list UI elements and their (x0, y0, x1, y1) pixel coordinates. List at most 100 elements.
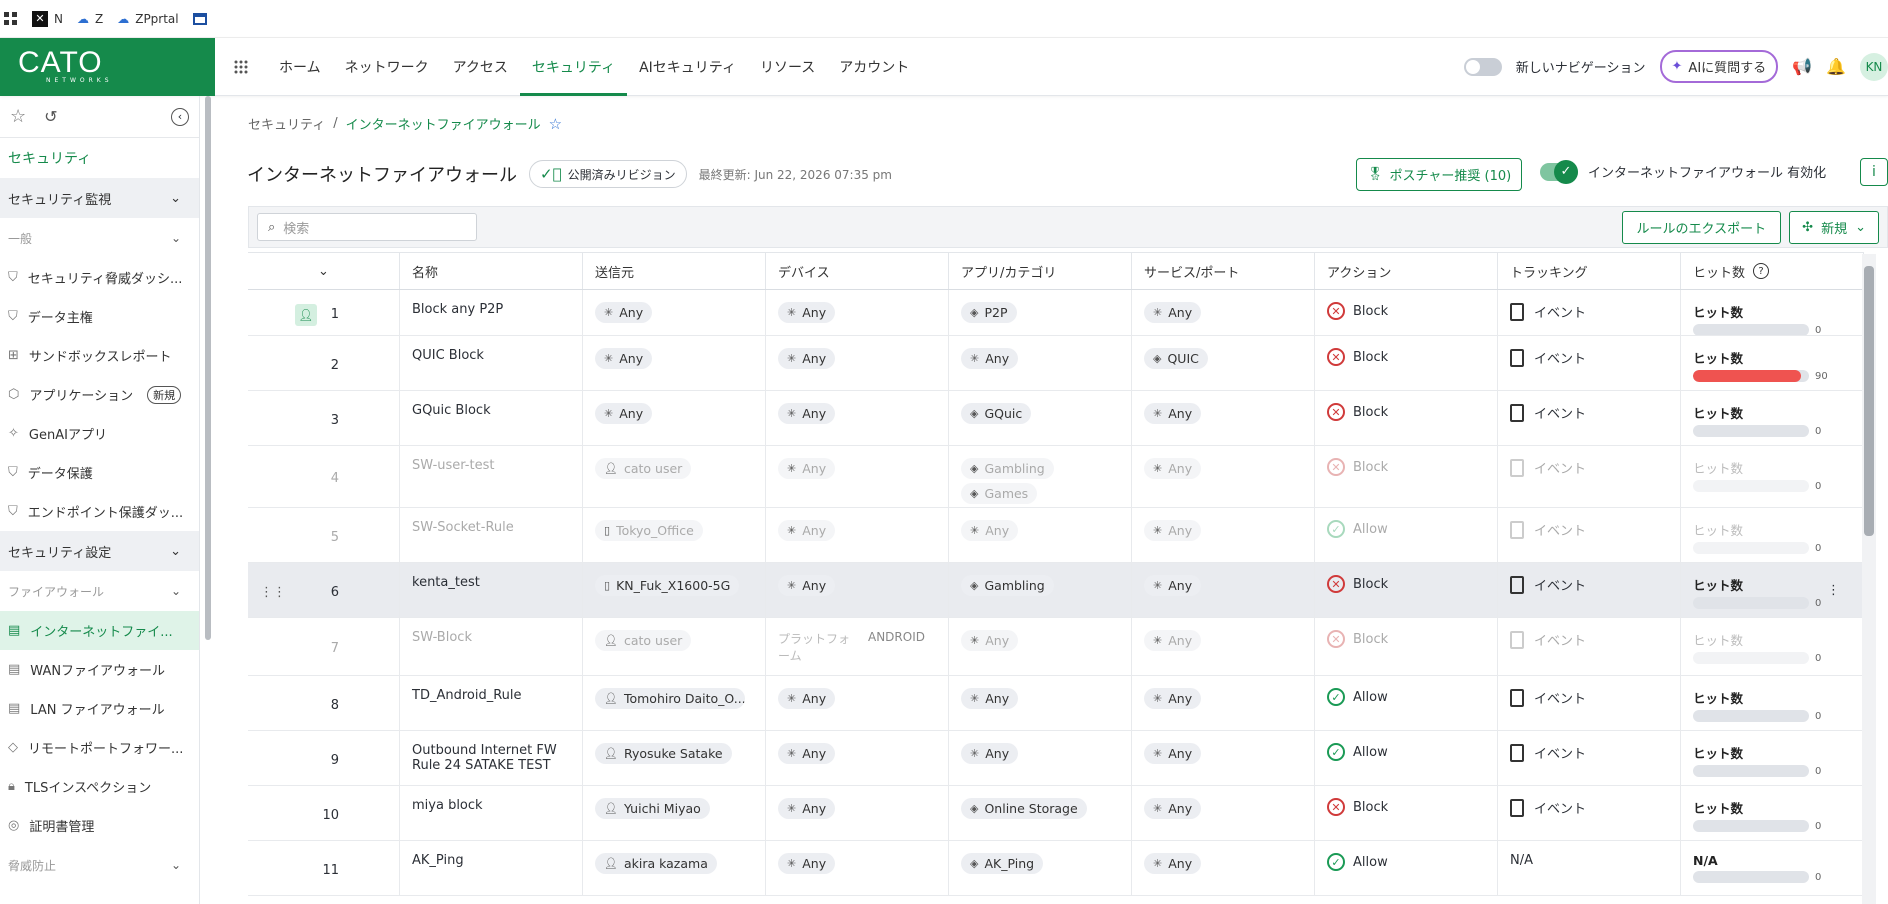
chip[interactable]: ✳ Any (1144, 688, 1202, 709)
app-category-cell[interactable]: ◈ GQuic (949, 391, 1132, 445)
header-tracking[interactable]: トラッキング (1498, 253, 1681, 289)
chip[interactable]: 👤︎ Yuichi Miyao (595, 798, 710, 819)
service-port-cell[interactable]: ✳ Any (1132, 676, 1315, 730)
chip[interactable]: ✳ Any (1144, 630, 1202, 651)
cato-logo[interactable]: CATO NETWORKS (0, 37, 215, 96)
header-name[interactable]: 名称 (400, 253, 583, 289)
rule-name-cell[interactable]: SW-Block (400, 618, 583, 675)
nav-tab-ai-security[interactable]: AIセキュリティ (627, 38, 748, 96)
table-row[interactable]: 3 GQuic Block ✳ Any ✳ Any ◈ GQuic ✳ Any ✕ Block イベント… (248, 391, 1864, 446)
action-cell[interactable]: ✓ Allow (1315, 676, 1498, 730)
source-cell[interactable]: 👤︎ cato user (583, 618, 766, 675)
chip[interactable]: ✳ Any (961, 520, 1019, 541)
device-cell[interactable]: プラットフォーム ANDROID (766, 618, 949, 675)
chip[interactable]: ◈ Gambling (961, 458, 1054, 479)
sidebar-subgroup-general[interactable]: 一般 ⌄ (0, 218, 199, 258)
action-cell[interactable]: ✕ Block (1315, 618, 1498, 675)
source-cell[interactable]: 👤︎ Ryosuke Satake (583, 731, 766, 785)
sidebar-item-endpoint-dashboard[interactable]: ⛉ エンドポイント保護ダッ... (0, 492, 199, 531)
device-cell[interactable]: ✳ Any (766, 336, 949, 390)
apps-grid-icon[interactable] (4, 11, 18, 26)
tracking-cell[interactable]: イベント (1498, 563, 1681, 617)
published-revision-badge[interactable]: ✓⃝ 公開済みリビジョン (529, 160, 687, 188)
chip[interactable]: ✳ Any (1144, 575, 1202, 596)
device-cell[interactable]: ✳ Any (766, 391, 949, 445)
chip[interactable]: ✳ Any (778, 798, 836, 819)
expand-all-header[interactable]: ⌄ (248, 253, 400, 289)
chip[interactable]: ◈ Games (961, 483, 1038, 504)
app-category-cell[interactable]: ◈ P2P (949, 290, 1132, 335)
source-cell[interactable]: ✳ Any (583, 336, 766, 390)
table-row[interactable]: 11 AK_Ping 👤︎ akira kazama ✳ Any ◈ AK_Ping ✳ Any ✓… (248, 841, 1864, 896)
chip[interactable]: ◈ AK_Ping (961, 853, 1044, 874)
export-rules-button[interactable]: ルールのエクスポート (1621, 210, 1782, 244)
sidebar-subgroup-threat-prevention[interactable]: 脅威防止 ⌄ (0, 845, 199, 885)
app-category-cell[interactable]: ✳ Any (949, 731, 1132, 785)
search-input[interactable]: ⌕ 検索 (257, 213, 477, 241)
nav-tab-resources[interactable]: リソース (748, 38, 827, 96)
service-port-cell[interactable]: ✳ Any (1132, 446, 1315, 507)
chip[interactable]: ✳ Any (778, 575, 836, 596)
nav-tab-network[interactable]: ネットワーク (333, 38, 441, 96)
sidebar-item-genai-apps[interactable]: ✧ GenAIアプリ (0, 414, 199, 453)
service-port-cell[interactable]: ✳ Any (1132, 786, 1315, 840)
service-port-cell[interactable]: ✳ Any (1132, 290, 1315, 335)
sidebar-item-applications[interactable]: ⬡ アプリケーション 新規 (0, 375, 199, 414)
service-port-cell[interactable]: ✳ Any (1132, 508, 1315, 562)
sidebar-item-internet-firewall[interactable]: ▤ インターネットファイ... (0, 611, 199, 650)
app-category-cell[interactable]: ✳ Any (949, 676, 1132, 730)
tracking-cell[interactable]: イベント (1498, 391, 1681, 445)
tracking-cell[interactable]: N/A (1498, 841, 1681, 895)
chip[interactable]: ✳ Any (961, 688, 1019, 709)
chip[interactable]: ✳ Any (595, 403, 653, 424)
sidebar-scrollbar[interactable] (205, 96, 211, 640)
double-chevron-down-icon[interactable]: ⌄ (318, 264, 329, 279)
drag-handle-icon[interactable]: ⋮⋮ (260, 585, 286, 600)
bookmark-n[interactable]: ✕ N (32, 10, 63, 27)
chip[interactable]: ◈ GQuic (961, 403, 1032, 424)
table-row[interactable]: 7 SW-Block 👤︎ cato user プラットフォーム ANDROID ✳ Any ✳… (248, 618, 1864, 676)
sidebar-item-wan-firewall[interactable]: ▤ WANファイアウォール (0, 650, 199, 689)
history-icon[interactable]: ↺ (44, 107, 57, 126)
rule-name-cell[interactable]: miya block (400, 786, 583, 840)
app-category-cell[interactable]: ✳ Any (949, 618, 1132, 675)
device-cell[interactable]: ✳ Any (766, 290, 949, 335)
app-category-cell[interactable]: ◈ Gambling (949, 563, 1132, 617)
chip[interactable]: ✳ Any (595, 302, 653, 323)
header-device[interactable]: デバイス (766, 253, 949, 289)
device-cell[interactable]: ✳ Any (766, 786, 949, 840)
new-navigation-toggle[interactable] (1463, 57, 1502, 76)
chip[interactable]: ✳ Any (778, 853, 836, 874)
chip[interactable]: ✳ Any (1144, 743, 1202, 764)
action-cell[interactable]: ✕ Block (1315, 563, 1498, 617)
collapse-sidebar-icon[interactable]: ‹ (171, 107, 189, 126)
tracking-cell[interactable]: イベント (1498, 676, 1681, 730)
chip[interactable]: ✳ Any (778, 302, 836, 323)
chip[interactable]: ✳ Any (1144, 302, 1202, 323)
table-row[interactable]: 9 Outbound Internet FW Rule 24 SATAKE TES… (248, 731, 1864, 786)
rule-name-cell[interactable]: SW-Socket-Rule (400, 508, 583, 562)
chip[interactable]: ✳ Any (595, 348, 653, 369)
chip[interactable]: ◈ Gambling (961, 575, 1054, 596)
device-cell[interactable]: ✳ Any (766, 731, 949, 785)
chip[interactable]: 👤︎ Tomohiro Daito_O... (595, 688, 745, 709)
bookmark-zpprtal[interactable]: ☁ ZPprtal (117, 12, 178, 26)
rule-name-cell[interactable]: QUIC Block (400, 336, 583, 390)
table-row[interactable]: 8 TD_Android_Rule 👤︎ Tomohiro Daito_O... ✳ An… (248, 676, 1864, 731)
action-cell[interactable]: ✕ Block (1315, 446, 1498, 507)
action-cell[interactable]: ✕ Block (1315, 290, 1498, 335)
rule-name-cell[interactable]: AK_Ping (400, 841, 583, 895)
tracking-cell[interactable]: イベント (1498, 446, 1681, 507)
table-row[interactable]: 2 QUIC Block ✳ Any ✳ Any ✳ Any ◈ QUIC ✕ Block イベント ヒッ… (248, 336, 1864, 391)
rule-name-cell[interactable]: kenta_test (400, 563, 583, 617)
new-rule-button[interactable]: ✣ 新規 ⌄ (1789, 210, 1879, 244)
header-service-port[interactable]: サービス/ポート (1132, 253, 1315, 289)
service-port-cell[interactable]: ✳ Any (1132, 618, 1315, 675)
rule-name-cell[interactable]: Block any P2P (400, 290, 583, 335)
chip[interactable]: ✳ Any (961, 630, 1019, 651)
firewall-enable-toggle[interactable] (1540, 159, 1578, 184)
action-cell[interactable]: ✓ Allow (1315, 508, 1498, 562)
action-cell[interactable]: ✓ Allow (1315, 841, 1498, 895)
sidebar-subgroup-firewall[interactable]: ファイアウォール ⌄ (0, 571, 199, 611)
chip[interactable]: ◈ QUIC (1144, 348, 1208, 369)
